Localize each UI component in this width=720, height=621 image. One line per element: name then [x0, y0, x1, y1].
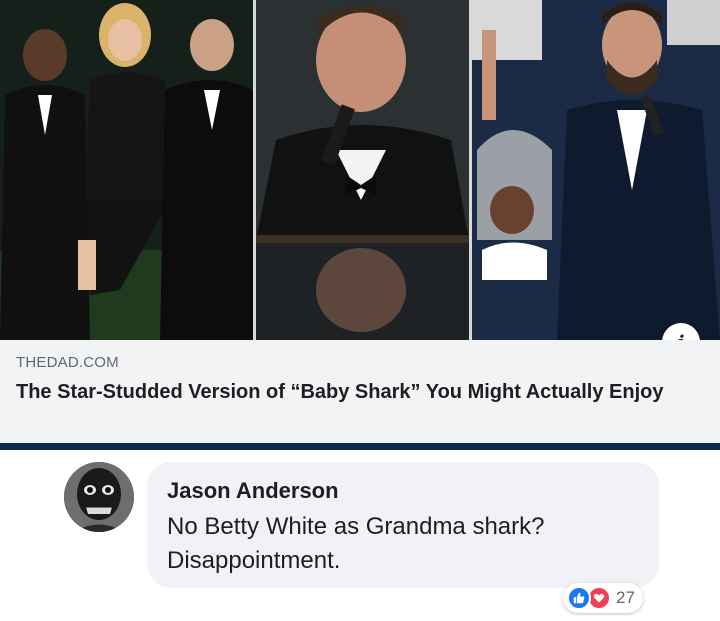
- like-icon: [567, 586, 591, 610]
- link-meta[interactable]: THEDAD.COM The Star-Studded Version of “…: [0, 340, 720, 443]
- reaction-summary[interactable]: 27: [563, 583, 643, 613]
- link-title[interactable]: The Star-Studded Version of “Baby Shark”…: [16, 378, 716, 407]
- comment-text: No Betty White as Grandma shark? Disappo…: [167, 513, 545, 574]
- link-domain: THEDAD.COM: [16, 354, 119, 371]
- preview-image-3: [472, 0, 720, 340]
- card-bottom-rule: [0, 443, 720, 450]
- comment-bubble: Jason Anderson No Betty White as Grandma…: [147, 462, 659, 588]
- preview-image-1: [0, 0, 253, 340]
- preview-images[interactable]: [0, 0, 720, 340]
- preview-image-2: [256, 0, 469, 340]
- avatar[interactable]: [64, 462, 134, 532]
- link-preview-card[interactable]: i THEDAD.COM The Star-Studded Version of…: [0, 0, 720, 450]
- reaction-count: 27: [616, 588, 635, 607]
- comment-author[interactable]: Jason Anderson: [167, 478, 339, 504]
